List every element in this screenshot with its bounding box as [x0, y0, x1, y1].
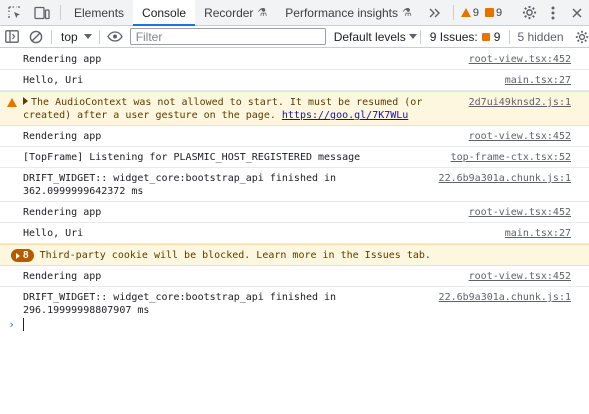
warning-icon: [6, 98, 17, 107]
tab-bar-actions: [517, 0, 589, 25]
source-link[interactable]: root-view.tsx:452: [469, 130, 571, 143]
console-message[interactable]: [TopFrame] Listening for PLASMIC_HOST_RE…: [0, 147, 589, 168]
console-message[interactable]: Hello, Uri main.tsx:27: [0, 223, 589, 244]
kebab-menu-icon[interactable]: [541, 6, 565, 20]
source-link[interactable]: root-view.tsx:452: [469, 270, 571, 283]
log-levels-label: Default levels: [333, 29, 406, 44]
inspect-element-icon[interactable]: [0, 0, 28, 25]
live-expression-icon[interactable]: [103, 31, 127, 42]
flask-icon: ⚗: [257, 7, 268, 19]
console-toolbar: top Default levels 9 Issues: 9 5 hidden: [0, 26, 589, 48]
tab-performance-insights-label: Performance insights: [285, 5, 399, 20]
message-gutter: [0, 53, 23, 54]
issue-count-badge[interactable]: 8: [11, 249, 34, 262]
console-message[interactable]: Rendering app root-view.tsx:452: [0, 126, 589, 147]
tab-elements-label: Elements: [74, 5, 125, 20]
message-text: Hello, Uri: [23, 228, 84, 239]
tab-console-label: Console: [142, 5, 187, 20]
warning-counter[interactable]: 9: [458, 0, 482, 25]
tab-elements[interactable]: Elements: [65, 0, 133, 25]
message-gutter: [0, 291, 23, 292]
toolbar-divider: [98, 29, 100, 44]
message-text: Rendering app: [23, 207, 102, 218]
tab-bar-divider: [452, 5, 454, 20]
console-message[interactable]: DRIFT_WIDGET:: widget_core:bootstrap_api…: [0, 168, 589, 202]
close-icon[interactable]: [565, 7, 589, 18]
caret-down-icon: [83, 34, 92, 39]
context-selector-value: top: [61, 29, 78, 44]
more-tabs-icon[interactable]: [421, 0, 449, 25]
hidden-messages-count: 5 hidden: [517, 29, 564, 44]
message-gutter: [0, 130, 23, 131]
console-message[interactable]: Rendering app root-view.tsx:452: [0, 266, 589, 287]
console-warning-message[interactable]: The AudioContext was not allowed to star…: [0, 91, 589, 126]
source-link[interactable]: root-view.tsx:452: [469, 206, 571, 219]
device-toolbar-icon[interactable]: [28, 0, 56, 25]
prompt-chevron-icon: ›: [8, 317, 15, 331]
source-link[interactable]: top-frame-ctx.tsx:52: [451, 151, 571, 164]
console-message[interactable]: Rendering app root-view.tsx:452: [0, 49, 589, 70]
source-link[interactable]: 2d7ui49knsd2.js:1: [469, 96, 571, 109]
source-link[interactable]: main.tsx:27: [505, 227, 571, 240]
console-messages: Rendering app root-view.tsx:452 Hello, U…: [0, 49, 589, 320]
message-text: DRIFT_WIDGET:: widget_core:bootstrap_api…: [23, 173, 337, 197]
issue-icon: [481, 32, 490, 41]
warning-icon: [460, 8, 471, 17]
toolbar-divider: [419, 29, 421, 44]
issue-counter[interactable]: 9: [482, 0, 505, 25]
source-link[interactable]: root-view.tsx:452: [469, 53, 571, 66]
tab-bar-divider: [60, 5, 61, 20]
message-text: Third-party cookie will be blocked. Lear…: [39, 250, 431, 261]
expand-arrow-icon[interactable]: [23, 97, 28, 105]
tab-recorder-label: Recorder: [204, 5, 254, 20]
console-prompt[interactable]: ›: [0, 314, 589, 334]
message-text: Hello, Uri: [23, 75, 84, 86]
source-link[interactable]: 22.6b9a301a.chunk.js:1: [439, 172, 571, 185]
tab-recorder[interactable]: Recorder ⚗: [195, 0, 276, 25]
message-text: The AudioContext was not allowed to star…: [23, 96, 469, 122]
text-caret: [23, 317, 24, 331]
issue-badge-count: 8: [23, 250, 29, 261]
message-gutter: [0, 270, 23, 271]
message-text: [TopFrame] Listening for PLASMIC_HOST_RE…: [23, 152, 361, 163]
message-gutter: [0, 172, 23, 173]
sidebar-toggle-icon[interactable]: [0, 30, 24, 43]
filter-input[interactable]: [129, 28, 326, 45]
issues-button[interactable]: 9 Issues: 9: [424, 30, 507, 44]
flask-icon: ⚗: [402, 7, 412, 19]
issues-label: 9 Issues:: [429, 29, 478, 44]
issue-count: 9: [496, 6, 503, 19]
caret-down-icon: [408, 34, 417, 39]
toolbar-divider: [51, 29, 52, 44]
play-icon: [16, 252, 20, 259]
warning-help-link[interactable]: https://goo.gl/7K7WLu: [282, 110, 408, 121]
toolbar-divider: [509, 29, 511, 44]
log-levels-dropdown[interactable]: Default levels: [334, 30, 417, 44]
message-text: Rendering app: [23, 54, 102, 65]
source-link[interactable]: 22.6b9a301a.chunk.js:1: [439, 291, 571, 304]
console-settings-gear-icon[interactable]: [575, 30, 589, 44]
message-text: Rendering app: [23, 131, 102, 142]
issue-message[interactable]: 8 Third-party cookie will be blocked. Le…: [0, 244, 589, 266]
issue-icon: [485, 8, 495, 17]
context-selector[interactable]: top: [55, 30, 96, 44]
gear-icon[interactable]: [517, 5, 541, 20]
tab-console[interactable]: Console: [133, 0, 196, 26]
message-text: Rendering app: [23, 271, 102, 282]
console-message[interactable]: Hello, Uri main.tsx:27: [0, 70, 589, 91]
warning-count: 9: [472, 6, 480, 19]
console-message[interactable]: Rendering app root-view.tsx:452: [0, 202, 589, 223]
message-gutter: [0, 206, 23, 207]
message-gutter: [0, 151, 23, 152]
message-gutter: [0, 227, 23, 228]
devtools-tab-bar: Elements Console Recorder ⚗ Performance i…: [0, 0, 589, 26]
clear-console-icon[interactable]: [24, 30, 48, 44]
message-gutter: [0, 96, 23, 107]
issues-count: 9: [493, 29, 501, 44]
message-gutter: [0, 74, 23, 75]
source-link[interactable]: main.tsx:27: [505, 74, 571, 87]
tab-performance-insights[interactable]: Performance insights ⚗: [276, 0, 421, 25]
